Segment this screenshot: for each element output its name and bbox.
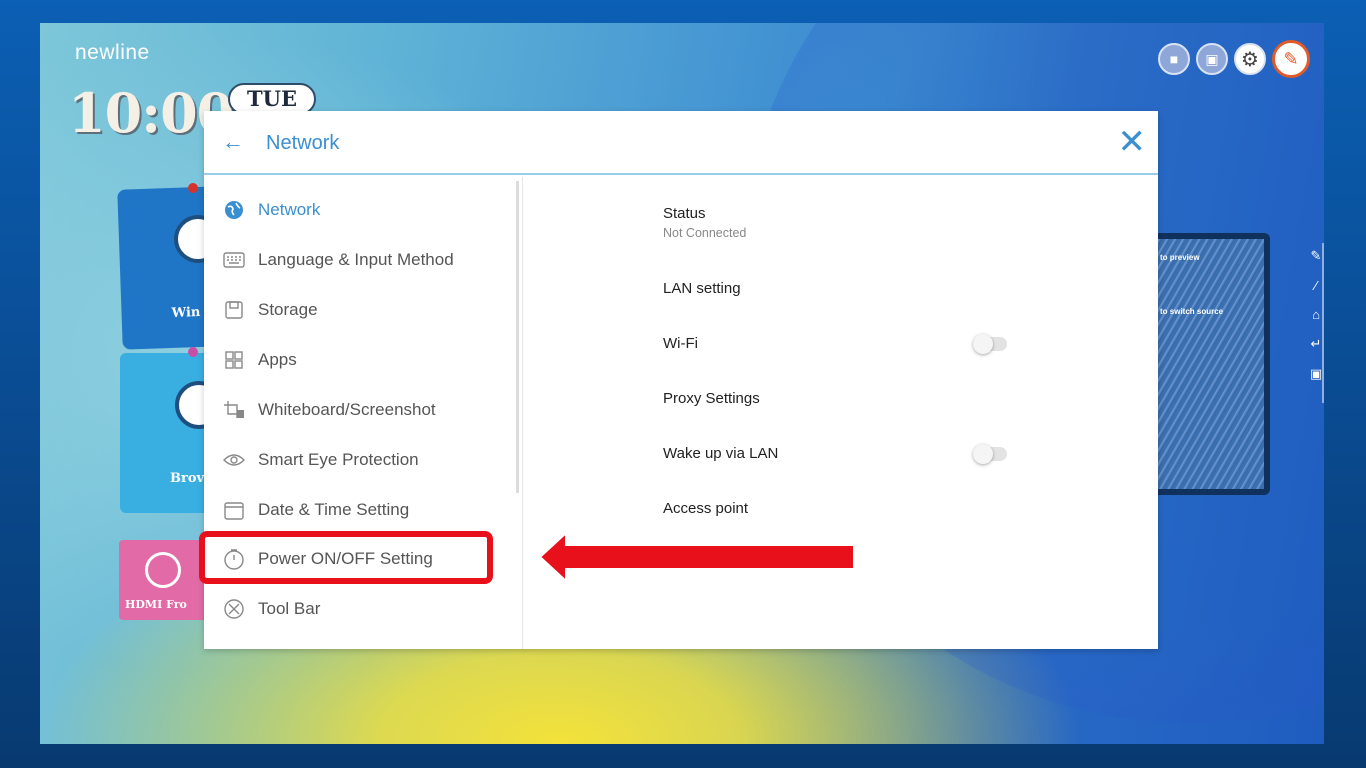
toggle-knob: [973, 444, 993, 464]
preview-text: to switch source: [1160, 307, 1224, 316]
highlight-box: [199, 531, 493, 584]
hdmi-tile-label: HDMI Fro: [125, 598, 187, 611]
sidebar-item-apps[interactable]: Apps: [222, 342, 297, 378]
status-value: Not Connected: [663, 226, 747, 240]
panel-divider: [522, 177, 523, 649]
sidebar-item-label: Tool Bar: [258, 599, 321, 618]
sidebar-scrollbar[interactable]: [516, 181, 519, 493]
source-preview[interactable]: to preview to switch source: [1148, 233, 1270, 495]
back-icon[interactable]: ↵: [1311, 336, 1322, 352]
access-point-row[interactable]: Access point: [663, 500, 1013, 517]
proxy-settings-label: Proxy Settings: [663, 390, 760, 407]
eye-icon: [222, 448, 246, 472]
note-icon[interactable]: ✎: [1272, 40, 1310, 78]
globe-icon: [222, 198, 246, 222]
lan-setting-label: LAN setting: [663, 280, 741, 297]
sidebar-item-date-time[interactable]: Date & Time Setting: [222, 492, 409, 528]
sidebar-item-eye-protection[interactable]: Smart Eye Protection: [222, 442, 419, 478]
wake-lan-toggle[interactable]: [973, 444, 1007, 464]
annotate-icon[interactable]: ✎: [1311, 248, 1322, 264]
lock-icon[interactable]: ■: [1158, 43, 1190, 75]
back-arrow-icon[interactable]: ←: [222, 131, 244, 153]
sidebar-item-label: Network: [258, 200, 321, 219]
sidebar-item-label: Apps: [258, 350, 297, 369]
crop-icon: [222, 398, 246, 422]
access-point-label: Access point: [663, 500, 749, 517]
sidebar-item-label: Smart Eye Protection: [258, 450, 419, 469]
brand-logo: newline: [75, 41, 150, 64]
gear-icon[interactable]: ⚙: [1234, 43, 1266, 75]
settings-header: ← Network ✕: [204, 111, 1158, 175]
wifi-toggle[interactable]: [973, 334, 1007, 354]
preview-image: to preview to switch source: [1154, 239, 1264, 489]
pen-icon[interactable]: ∕: [1315, 278, 1317, 293]
wifi-row[interactable]: Wi-Fi: [663, 334, 1013, 354]
calendar-icon: [222, 498, 246, 522]
source-icon[interactable]: ▣: [1310, 366, 1322, 382]
sidebar-item-whiteboard[interactable]: Whiteboard/Screenshot: [222, 392, 436, 428]
lan-setting-row[interactable]: LAN setting: [663, 280, 1013, 297]
wifi-label: Wi-Fi: [663, 335, 698, 352]
hdmi-tile[interactable]: HDMI Fro: [119, 540, 207, 620]
pointer-arrow: [540, 533, 855, 581]
sidebar-item-storage[interactable]: Storage: [222, 292, 318, 328]
sidebar-item-network[interactable]: Network: [222, 192, 320, 228]
side-toolbar: ✎ ∕ ⌂ ↵ ▣: [1308, 248, 1324, 382]
home-icon[interactable]: ⌂: [1312, 307, 1320, 322]
wake-lan-row[interactable]: Wake up via LAN: [663, 444, 1013, 464]
storage-icon: [222, 298, 246, 322]
sidebar-item-toolbar[interactable]: Tool Bar: [222, 591, 320, 627]
browser-tile-label: Brov: [170, 471, 205, 486]
sidebar-item-label: Storage: [258, 300, 318, 319]
proxy-settings-row[interactable]: Proxy Settings: [663, 390, 1013, 407]
page-title: Network: [266, 132, 340, 154]
sidebar-item-label: Language & Input Method: [258, 250, 454, 269]
pin-icon: [188, 183, 198, 193]
hdmi-icon: [145, 552, 181, 588]
keyboard-icon: [222, 248, 246, 272]
windows-tile-label: Win: [171, 304, 201, 321]
close-icon[interactable]: ✕: [1118, 125, 1147, 159]
apps-icon: [222, 348, 246, 372]
status-label: Status: [663, 205, 706, 222]
preview-text: to preview: [1160, 253, 1200, 262]
sidebar-item-language[interactable]: Language & Input Method: [222, 242, 454, 278]
tools-icon: [222, 597, 246, 621]
pin-icon: [188, 347, 198, 357]
sidebar-item-label: Date & Time Setting: [258, 500, 410, 519]
toggle-knob: [973, 334, 993, 354]
top-right-icons: ■ ▣ ⚙ ✎: [1158, 40, 1310, 78]
monitor-icon[interactable]: ▣: [1196, 43, 1228, 75]
sidebar-item-label: Whiteboard/Screenshot: [258, 400, 436, 419]
status-row[interactable]: Status Not Connected: [663, 205, 1013, 240]
wake-lan-label: Wake up via LAN: [663, 445, 779, 462]
